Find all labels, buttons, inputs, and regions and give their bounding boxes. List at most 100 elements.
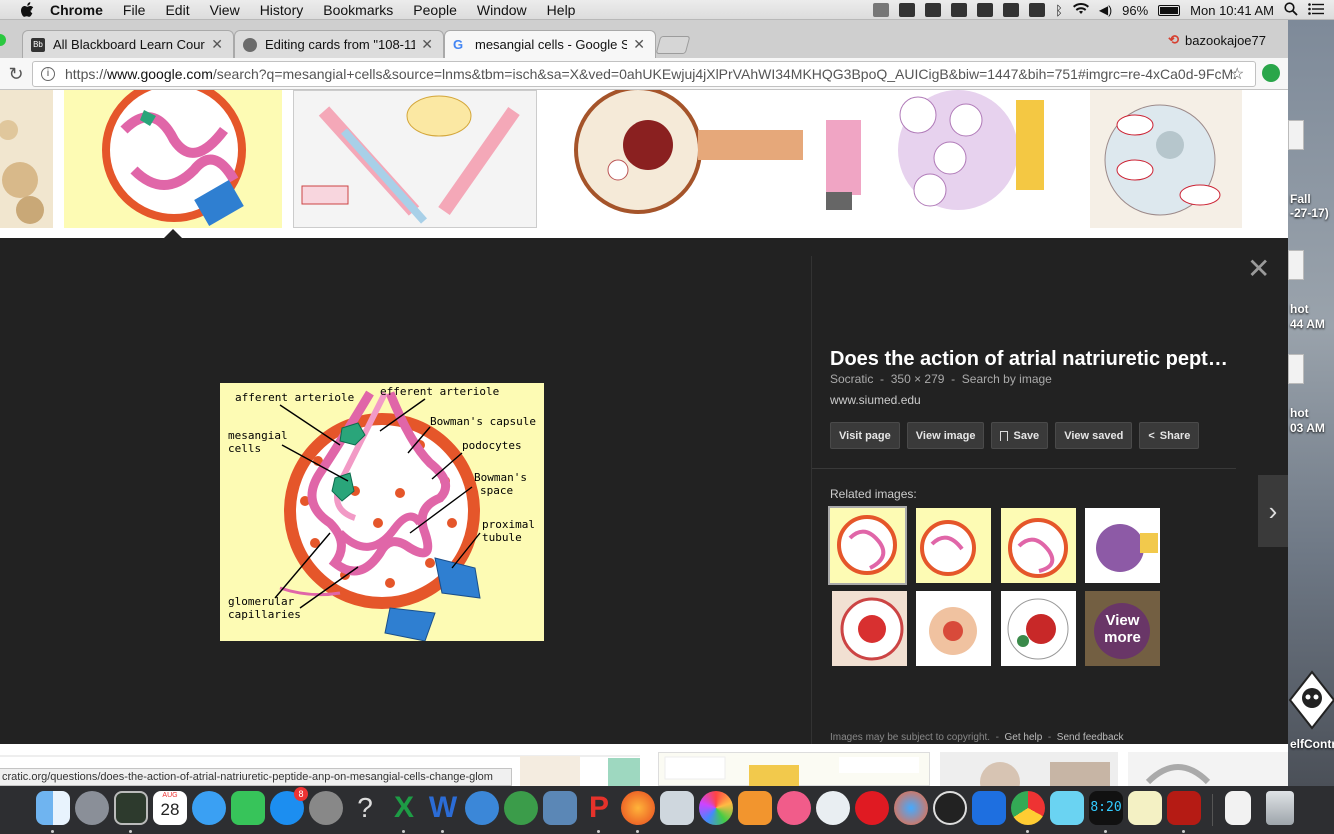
close-icon[interactable]: ✕	[421, 36, 433, 53]
related-image[interactable]	[916, 508, 991, 583]
skull-icon[interactable]	[933, 791, 967, 825]
clock[interactable]: Mon 10:41 AM	[1190, 3, 1274, 18]
desktop-label[interactable]: hot	[1290, 406, 1309, 420]
menu-help[interactable]: Help	[547, 2, 576, 18]
info-icon[interactable]: i	[41, 67, 55, 81]
view-more-tile[interactable]: View more	[1085, 591, 1160, 666]
visit-page-button[interactable]: Visit page	[830, 422, 900, 449]
menu-window[interactable]: Window	[477, 2, 527, 18]
related-image[interactable]	[1001, 591, 1076, 666]
related-image[interactable]	[1085, 508, 1160, 583]
chrome-icon[interactable]	[1011, 791, 1045, 825]
tab-google-search[interactable]: G mesangial cells - Google Searc ✕	[444, 30, 656, 58]
digital-clock-icon[interactable]: 8:20	[1089, 791, 1123, 825]
tab-editing-cards[interactable]: Editing cards from "108-117" ✕	[234, 30, 444, 58]
image-capture-icon[interactable]	[660, 791, 694, 825]
menu-app-name[interactable]: Chrome	[50, 2, 103, 18]
volume-icon[interactable]: ◀)	[1099, 3, 1112, 17]
word-icon[interactable]: W	[426, 791, 460, 825]
list-app-icon[interactable]	[972, 791, 1006, 825]
desktop-label[interactable]: 03 AM	[1290, 421, 1325, 435]
extension-icon[interactable]	[1262, 64, 1280, 82]
desktop-label[interactable]: elfContr	[1290, 737, 1334, 751]
menu-edit[interactable]: Edit	[165, 2, 189, 18]
menu-history[interactable]: History	[260, 2, 304, 18]
result-thumbnail[interactable]	[818, 90, 1048, 228]
desktop-file-icon[interactable]	[1288, 120, 1304, 150]
notification-center-icon[interactable]	[1308, 2, 1324, 18]
address-bar[interactable]: i https:// www.google.com /search?q=mesa…	[32, 61, 1256, 87]
launchpad-icon[interactable]	[75, 791, 109, 825]
excel-icon[interactable]: X	[387, 791, 421, 825]
related-image[interactable]	[1001, 508, 1076, 583]
related-image[interactable]	[916, 591, 991, 666]
menu-people[interactable]: People	[413, 2, 457, 18]
acrobat-icon[interactable]	[1167, 791, 1201, 825]
airplay-icon[interactable]	[1003, 3, 1020, 17]
powerpoint-icon[interactable]: P	[582, 791, 616, 825]
result-thumbnail[interactable]	[1128, 752, 1288, 786]
skull-app-icon[interactable]	[1288, 670, 1334, 730]
activity-monitor-icon[interactable]	[114, 791, 148, 825]
menu-view[interactable]: View	[210, 2, 240, 18]
result-title[interactable]: Does the action of atrial natriuretic pe…	[830, 348, 1230, 371]
reload-icon[interactable]: ↻	[6, 64, 26, 84]
shield-icon[interactable]	[977, 3, 994, 17]
result-thumbnail[interactable]	[0, 90, 53, 228]
search-by-image-link[interactable]: Search by image	[962, 372, 1052, 386]
apple-menu-icon[interactable]	[18, 1, 36, 19]
calendar-icon[interactable]: AUG 28	[153, 791, 187, 825]
desktop-label[interactable]: hot	[1290, 302, 1309, 316]
lync-icon[interactable]	[465, 791, 499, 825]
textedit-icon[interactable]	[1128, 791, 1162, 825]
result-thumbnail[interactable]	[658, 752, 930, 786]
window-zoom-button[interactable]	[0, 34, 6, 46]
system-preferences-icon[interactable]	[309, 791, 343, 825]
send-feedback-link[interactable]: Send feedback	[1057, 732, 1124, 743]
camera-icon[interactable]	[925, 3, 942, 17]
view-image-button[interactable]: View image	[906, 422, 985, 449]
battery-icon[interactable]	[1158, 4, 1181, 16]
related-image[interactable]	[832, 591, 907, 666]
close-icon[interactable]: ✕	[633, 36, 645, 53]
airdrop-icon[interactable]	[951, 3, 968, 17]
desktop-file-icon[interactable]	[1288, 354, 1304, 384]
ibooks-icon[interactable]	[738, 791, 772, 825]
firefox-icon[interactable]	[621, 791, 655, 825]
menu-bookmarks[interactable]: Bookmarks	[323, 2, 393, 18]
get-help-link[interactable]: Get help	[1005, 732, 1043, 743]
save-button[interactable]: Save	[991, 422, 1049, 449]
share-button[interactable]: < Share	[1139, 422, 1200, 449]
related-image[interactable]	[828, 506, 907, 585]
result-thumbnail-selected[interactable]	[64, 90, 282, 228]
preview-icon[interactable]	[543, 791, 577, 825]
result-url[interactable]: www.siumed.edu	[830, 393, 921, 407]
close-panel-icon[interactable]: ✕	[1247, 255, 1270, 283]
bluetooth-icon[interactable]: ᛒ	[1055, 3, 1063, 18]
next-image-button[interactable]: ›	[1258, 475, 1288, 547]
bookmark-star-icon[interactable]: ☆	[1230, 64, 1244, 84]
menu-file[interactable]: File	[123, 2, 146, 18]
result-thumbnail[interactable]	[548, 90, 806, 228]
status-icon-1[interactable]	[873, 3, 890, 17]
spotlight-icon[interactable]	[1284, 1, 1298, 19]
trash-icon[interactable]	[1266, 791, 1294, 825]
app-store-icon[interactable]: 8	[270, 787, 308, 825]
desktop-label[interactable]: 44 AM	[1290, 317, 1325, 331]
help-icon[interactable]: ?	[348, 791, 382, 825]
result-thumbnail[interactable]	[1090, 90, 1242, 228]
opera-icon[interactable]	[855, 791, 889, 825]
view-saved-button[interactable]: View saved	[1055, 422, 1133, 449]
drawing-app-icon[interactable]	[1050, 791, 1084, 825]
messages-icon[interactable]	[192, 791, 226, 825]
itunes-icon[interactable]	[777, 791, 811, 825]
wifi-icon[interactable]	[1072, 2, 1089, 18]
firefox-dev-icon[interactable]	[894, 791, 928, 825]
close-icon[interactable]: ✕	[211, 36, 223, 53]
tab-blackboard[interactable]: Bb All Blackboard Learn Courses - ✕	[22, 30, 234, 58]
dictionary-icon[interactable]	[816, 791, 850, 825]
time-machine-icon[interactable]	[1029, 3, 1046, 17]
photos-icon[interactable]	[699, 791, 733, 825]
document-icon[interactable]	[1225, 791, 1251, 825]
result-thumbnail[interactable]	[940, 752, 1118, 786]
